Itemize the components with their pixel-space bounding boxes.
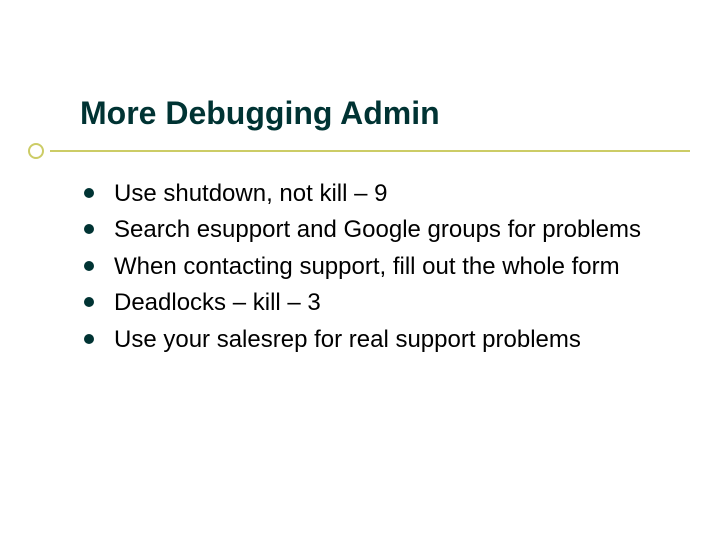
list-item: Use your salesrep for real support probl… [110,324,670,356]
bullet-icon [84,261,94,271]
bullet-list: Use shutdown, not kill – 9 Search esuppo… [80,178,670,356]
list-item: Search esupport and Google groups for pr… [110,214,670,246]
bullet-icon [84,334,94,344]
bullet-icon [84,188,94,198]
list-item-text: Deadlocks – kill – 3 [114,289,321,316]
bullet-icon [84,297,94,307]
list-item-text: When contacting support, fill out the wh… [114,253,620,280]
rule-line [50,150,690,152]
title-rule [50,142,670,144]
list-item-text: Search esupport and Google groups for pr… [114,216,641,243]
list-item-text: Use shutdown, not kill – 9 [114,180,387,207]
rule-circle-icon [28,143,44,159]
bullet-icon [84,224,94,234]
list-item: Deadlocks – kill – 3 [110,287,670,319]
list-item-text: Use your salesrep for real support probl… [114,326,581,353]
list-item: When contacting support, fill out the wh… [110,251,670,283]
slide-title: More Debugging Admin [80,95,670,132]
list-item: Use shutdown, not kill – 9 [110,178,670,210]
slide: More Debugging Admin Use shutdown, not k… [0,0,720,540]
